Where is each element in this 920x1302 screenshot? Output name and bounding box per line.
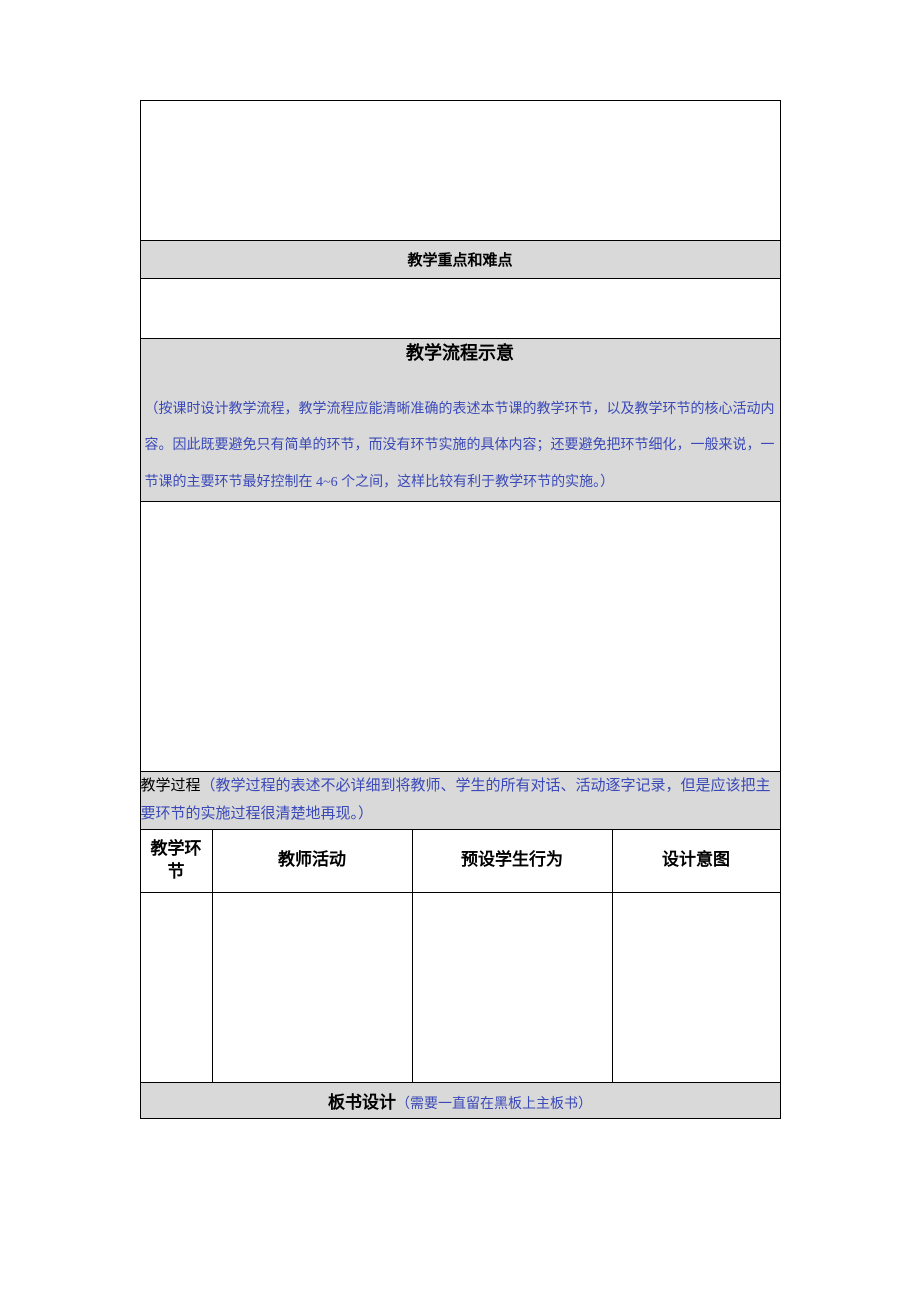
- flow-title: 教学流程示意: [141, 339, 780, 368]
- flow-header-row: 教学流程示意 （按课时设计教学流程，教学流程应能清晰准确的表述本节课的教学环节，…: [140, 339, 780, 502]
- col-header-student: 预设学生行为: [412, 829, 612, 892]
- board-note: （需要一直留在黑板上主板书）: [396, 1097, 592, 1112]
- activity-teacher-cell: [212, 892, 412, 1082]
- keypoints-body: [140, 279, 780, 339]
- blank-top-cell: [140, 101, 780, 241]
- col-header-intent: 设计意图: [612, 829, 780, 892]
- process-header: 教学过程（教学过程的表述不必详细到将教师、学生的所有对话、活动逐字记录，但是应该…: [140, 771, 780, 829]
- board-header: 板书设计（需要一直留在黑板上主板书）: [140, 1082, 780, 1118]
- activity-stage-cell: [140, 892, 212, 1082]
- board-title: 板书设计: [328, 1093, 396, 1112]
- blank-top-row: [140, 101, 780, 241]
- lesson-plan-table: 教学重点和难点 教学流程示意 （按课时设计教学流程，教学流程应能清晰准确的表述本…: [140, 100, 781, 1119]
- flow-body-row: [140, 501, 780, 771]
- activity-column-header-row: 教学环节 教师活动 预设学生行为 设计意图: [140, 829, 780, 892]
- activity-body-row: [140, 892, 780, 1082]
- board-header-row: 板书设计（需要一直留在黑板上主板书）: [140, 1082, 780, 1118]
- activity-intent-cell: [612, 892, 780, 1082]
- flow-note: （按课时设计教学流程，教学流程应能清晰准确的表述本节课的教学环节，以及教学环节的…: [141, 392, 780, 501]
- keypoints-header: 教学重点和难点: [140, 241, 780, 279]
- keypoints-body-row: [140, 279, 780, 339]
- flow-header-cell: 教学流程示意 （按课时设计教学流程，教学流程应能清晰准确的表述本节课的教学环节，…: [140, 339, 780, 502]
- process-header-row: 教学过程（教学过程的表述不必详细到将教师、学生的所有对话、活动逐字记录，但是应该…: [140, 771, 780, 829]
- col-header-teacher: 教师活动: [212, 829, 412, 892]
- activity-student-cell: [412, 892, 612, 1082]
- flow-body: [140, 501, 780, 771]
- process-label: 教学过程: [141, 778, 201, 794]
- col-header-stage: 教学环节: [140, 829, 212, 892]
- process-note: （教学过程的表述不必详细到将教师、学生的所有对话、活动逐字记录，但是应该把主要环…: [141, 778, 771, 823]
- keypoints-header-row: 教学重点和难点: [140, 241, 780, 279]
